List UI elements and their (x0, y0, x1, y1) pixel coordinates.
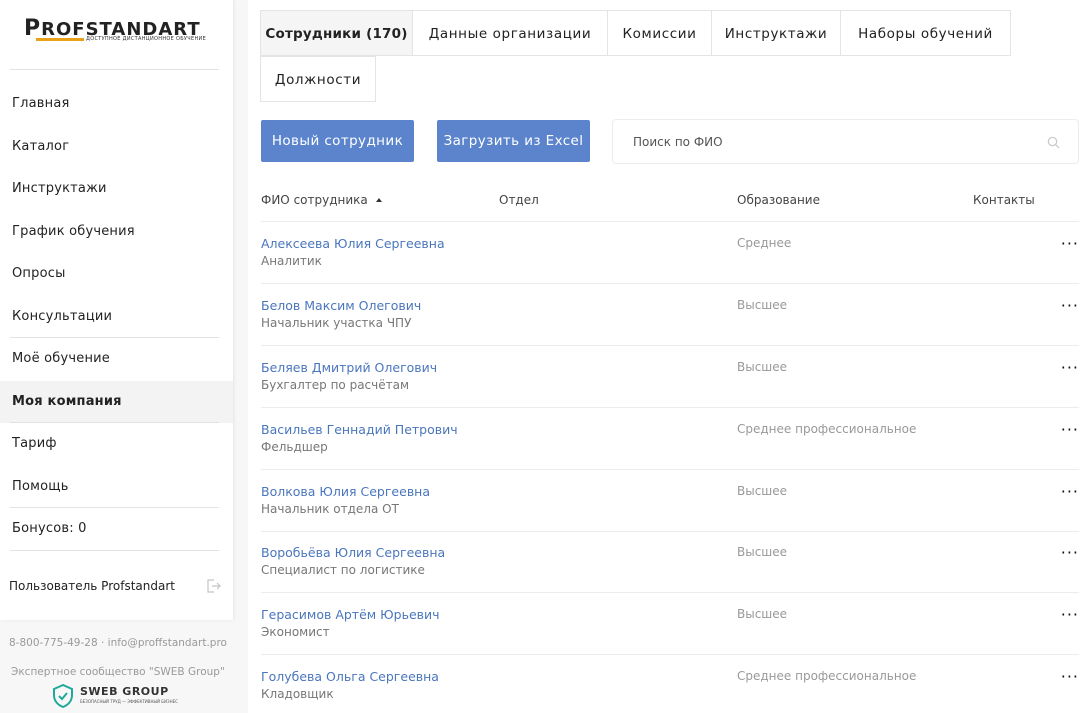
shield-icon (53, 684, 73, 708)
row-more-menu[interactable]: ··· (1057, 669, 1079, 689)
logo-tagline: ДОСТУПНОЕ ДИСТАНЦИОННОЕ ОБУЧЕНИЕ (86, 36, 207, 42)
employee-education: Высшее (737, 545, 788, 559)
sidebar: PROFSTANDART ДОСТУПНОЕ ДИСТАНЦИОННОЕ ОБУ… (0, 0, 248, 713)
employee-education: Высшее (737, 360, 788, 374)
employee-education: Среднее профессиональное (737, 669, 917, 683)
table-row: Голубева Ольга Сергеевна Кладовщик Средн… (261, 655, 1079, 713)
sweb-tagline: БЕЗОПАСНЫЙ ТРУД — ЭФФЕКТИВНЫЙ БИЗНЕС (80, 699, 178, 704)
row-more-menu[interactable]: ··· (1057, 360, 1079, 380)
employee-position: Бухгалтер по расчётам (261, 378, 410, 392)
table-row: Белов Максим Олегович Начальник участка … (261, 284, 1079, 346)
employee-name-link[interactable]: Голубева Ольга Сергеевна (261, 669, 439, 684)
sort-asc-icon (375, 197, 382, 202)
employee-position: Экономист (261, 625, 330, 639)
employee-education: Высшее (737, 298, 788, 312)
row-more-menu[interactable]: ··· (1057, 422, 1079, 442)
support-contacts: 8-800-775-49-28 · info@proffstandart.pro (9, 637, 227, 649)
table-row: Беляев Дмитрий Олегович Бухгалтер по рас… (261, 346, 1079, 408)
employee-name-link[interactable]: Алексеева Юлия Сергеевна (261, 236, 445, 251)
sidebar-item-consultations[interactable]: Консультации (0, 296, 233, 339)
search-input[interactable] (633, 132, 1033, 152)
logo-accent-bar (36, 38, 84, 41)
sidebar-item-schedule[interactable]: График обучения (0, 211, 233, 254)
employee-name-link[interactable]: Белов Максим Олегович (261, 298, 421, 313)
search-icon[interactable] (1047, 136, 1060, 149)
column-header-department[interactable]: Отдел (499, 193, 539, 207)
row-more-menu[interactable]: ··· (1057, 484, 1079, 504)
employee-position: Специалист по логистике (261, 563, 425, 577)
table-row: Воробьёва Юлия Сергеевна Специалист по л… (261, 531, 1079, 593)
employee-education: Среднее (737, 236, 792, 250)
tab-briefings[interactable]: Инструктажи (711, 10, 841, 56)
column-header-name[interactable]: ФИО сотрудника (261, 193, 382, 207)
sidebar-item-home[interactable]: Главная (0, 83, 233, 126)
employee-name-link[interactable]: Волкова Юлия Сергеевна (261, 484, 430, 499)
sidebar-item-surveys[interactable]: Опросы (0, 253, 233, 296)
divider (10, 69, 219, 70)
employee-name-link[interactable]: Беляев Дмитрий Олегович (261, 360, 437, 375)
row-more-menu[interactable]: ··· (1057, 298, 1079, 318)
user-name[interactable]: Пользователь Profstandart (9, 579, 175, 593)
tab-positions[interactable]: Должности (260, 56, 376, 102)
sidebar-item-my-learning[interactable]: Моё обучение (0, 338, 233, 381)
employee-position: Начальник участка ЧПУ (261, 316, 412, 330)
column-header-contacts[interactable]: Контакты (973, 193, 1035, 207)
employee-position: Начальник отдела ОТ (261, 502, 399, 516)
sidebar-item-my-company[interactable]: Моя компания (0, 380, 233, 423)
community-caption: Экспертное сообщество "SWEB Group" (11, 666, 225, 678)
tab-training-sets[interactable]: Наборы обучений (840, 10, 1011, 56)
row-more-menu[interactable]: ··· (1057, 607, 1079, 627)
profstandart-logo[interactable]: PROFSTANDART ДОСТУПНОЕ ДИСТАНЦИОННОЕ ОБУ… (24, 18, 208, 46)
employee-position: Аналитик (261, 254, 322, 268)
table-row: Герасимов Артём Юрьевич Экономист Высшее… (261, 593, 1079, 655)
row-more-menu[interactable]: ··· (1057, 545, 1079, 565)
new-employee-button[interactable]: Новый сотрудник (261, 120, 414, 162)
row-more-menu[interactable]: ··· (1057, 236, 1079, 256)
table-row: Алексеева Юлия Сергеевна Аналитик Средне… (261, 222, 1079, 284)
employee-position: Фельдшер (261, 440, 328, 454)
employee-position: Кладовщик (261, 687, 334, 701)
sweb-wordmark: SWEB GROUP (80, 685, 169, 698)
table-header: ФИО сотрудника Отдел Образование Контакт… (261, 186, 1079, 222)
tab-employees[interactable]: Сотрудники (170) (260, 10, 413, 56)
sidebar-panel: PROFSTANDART ДОСТУПНОЕ ДИСТАНЦИОННОЕ ОБУ… (0, 0, 233, 620)
sidebar-item-bonuses[interactable]: Бонусов: 0 (0, 508, 233, 551)
sidebar-item-help[interactable]: Помощь (0, 466, 233, 509)
employee-name-link[interactable]: Воробьёва Юлия Сергеевна (261, 545, 445, 560)
employee-education: Высшее (737, 607, 788, 621)
tab-organization-data[interactable]: Данные организации (412, 10, 608, 56)
employee-education: Среднее профессиональное (737, 422, 917, 436)
sidebar-item-tariff[interactable]: Тариф (0, 423, 233, 466)
sweb-group-logo[interactable]: SWEB GROUP БЕЗОПАСНЫЙ ТРУД — ЭФФЕКТИВНЫЙ… (52, 684, 182, 708)
sidebar-menu: Главная Каталог Инструктажи График обуче… (0, 83, 233, 551)
tab-commissions[interactable]: Комиссии (607, 10, 712, 56)
employee-name-link[interactable]: Герасимов Артём Юрьевич (261, 607, 440, 622)
column-header-education[interactable]: Образование (737, 193, 820, 207)
sidebar-item-catalog[interactable]: Каталог (0, 126, 233, 169)
table-row: Волкова Юлия Сергеевна Начальник отдела … (261, 470, 1079, 532)
logout-icon[interactable] (205, 578, 221, 594)
sidebar-item-briefings[interactable]: Инструктажи (0, 168, 233, 211)
upload-excel-button[interactable]: Загрузить из Excel (437, 120, 590, 162)
user-row: Пользователь Profstandart (9, 572, 221, 600)
table-row: Васильев Геннадий Петрович Фельдшер Сред… (261, 408, 1079, 470)
search-box (612, 119, 1079, 164)
employee-education: Высшее (737, 484, 788, 498)
employee-name-link[interactable]: Васильев Геннадий Петрович (261, 422, 458, 437)
